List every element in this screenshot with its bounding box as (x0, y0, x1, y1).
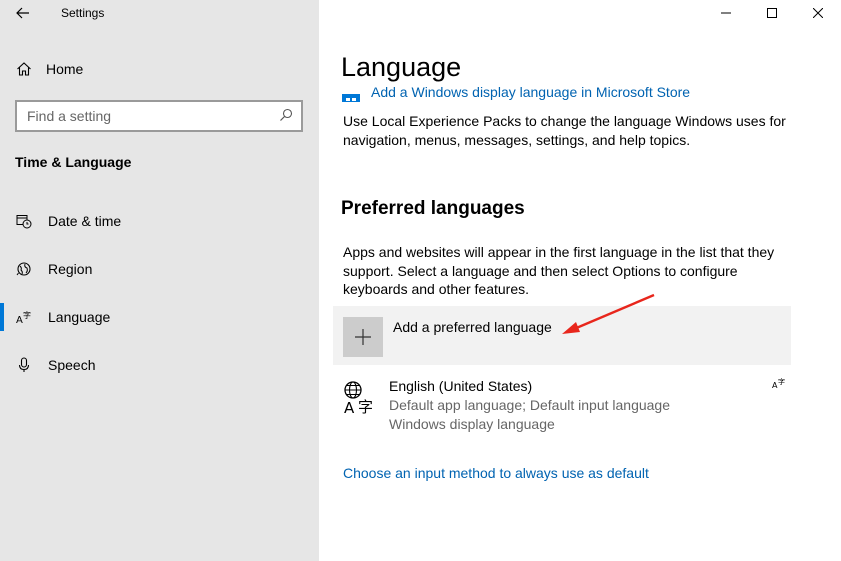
add-language-label: Add a preferred language (393, 319, 552, 335)
store-link[interactable]: Add a Windows display language in Micros… (371, 86, 690, 100)
back-button[interactable] (10, 2, 36, 24)
annotation-arrow-icon (562, 293, 655, 334)
sidebar-item-date-time[interactable]: Date & time (0, 204, 319, 238)
search-icon[interactable] (279, 108, 293, 122)
sidebar-item-speech[interactable]: Speech (0, 348, 319, 382)
section-title: Time & Language (15, 154, 132, 170)
svg-text:字: 字 (23, 310, 31, 320)
globe-icon (16, 262, 31, 276)
language-name: English (United States) (389, 378, 533, 394)
calendar-clock-icon (16, 215, 32, 229)
plus-tile (343, 317, 383, 357)
sidebar-item-label: Language (48, 309, 111, 325)
store-link-row[interactable]: Add a Windows display language in Micros… (341, 86, 690, 102)
search-box[interactable] (15, 100, 303, 132)
sidebar-item-language[interactable]: A 字 Language (0, 300, 319, 334)
language-description: Windows display language (389, 416, 555, 432)
svg-text:A: A (344, 399, 355, 414)
search-input[interactable] (27, 108, 267, 124)
microphone-icon (18, 357, 30, 372)
window-title: Settings (61, 6, 105, 20)
preferred-languages-heading: Preferred languages (341, 198, 525, 219)
store-icon (342, 94, 360, 102)
svg-text:字: 字 (358, 398, 373, 414)
sidebar-item-label: Date & time (48, 213, 122, 229)
sidebar-item-label: Region (48, 261, 93, 277)
sidebar-item-label: Speech (48, 357, 96, 373)
store-description: Use Local Experience Packs to change the… (343, 113, 786, 148)
page-title: Language (341, 52, 462, 82)
language-icon: A 字 (16, 310, 31, 325)
language-glyph-icon: A 字 (344, 381, 373, 414)
sidebar-item-region[interactable]: Region (0, 252, 319, 286)
home-icon (17, 62, 31, 76)
svg-text:A: A (16, 315, 23, 325)
back-arrow-icon (16, 7, 29, 19)
language-description: Default app language; Default input lang… (389, 397, 670, 413)
sidebar-item-label: Home (46, 61, 84, 77)
svg-text:字: 字 (778, 377, 785, 386)
preferred-languages-description: Apps and websites will appear in the fir… (343, 244, 775, 297)
input-method-link[interactable]: Choose an input method to always use as … (343, 465, 649, 481)
display-language-icon: A 字 (772, 377, 785, 390)
sidebar: Settings Home Time & Language Date & tim… (0, 0, 319, 561)
plus-icon (355, 329, 371, 345)
language-item[interactable]: A 字 English (United States) Default app … (341, 376, 786, 436)
main-content: Language Add a Windows display language … (319, 0, 841, 561)
sidebar-item-home[interactable]: Home (0, 52, 319, 86)
